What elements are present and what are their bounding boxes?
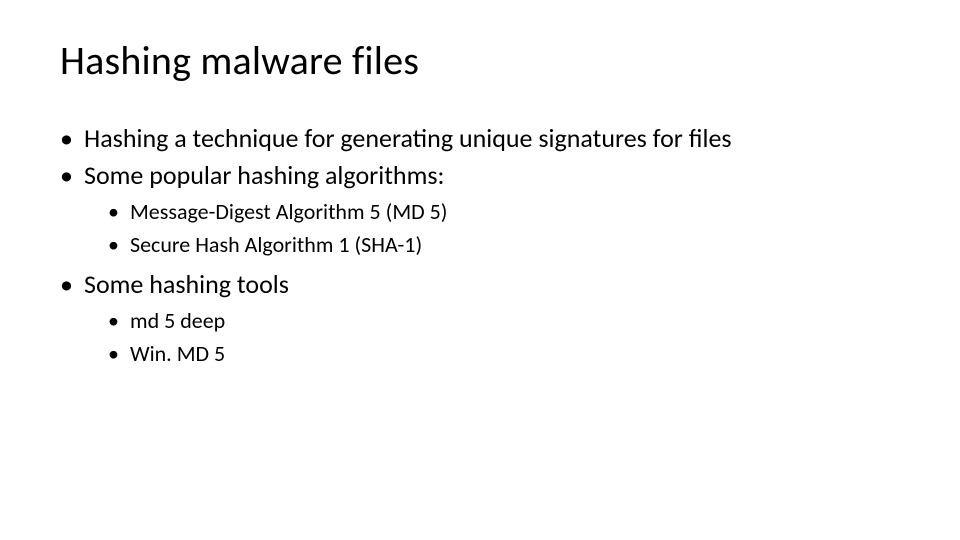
sub-bullet-list: md 5 deep Win. MD 5 <box>108 306 900 370</box>
slide: Hashing malware files Hashing a techniqu… <box>0 0 960 540</box>
slide-title: Hashing malware files <box>60 36 900 85</box>
sub-list-item: Secure Hash Algorithm 1 (SHA-1) <box>108 230 900 261</box>
bullet-text: Some hashing tools <box>84 268 289 300</box>
sub-list-item: Message-Digest Algorithm 5 (MD 5) <box>108 197 900 228</box>
sub-bullet-text: md 5 deep <box>130 307 225 334</box>
sub-bullet-text: Message-Digest Algorithm 5 (MD 5) <box>130 198 447 225</box>
sub-list-item: Win. MD 5 <box>108 339 900 370</box>
bullet-list: Hashing a technique for generating uniqu… <box>60 121 900 369</box>
sub-bullet-text: Secure Hash Algorithm 1 (SHA-1) <box>130 231 422 258</box>
bullet-text: Some popular hashing algorithms: <box>84 159 444 191</box>
list-item: Some hashing tools md 5 deep Win. MD 5 <box>60 267 900 370</box>
sub-list-item: md 5 deep <box>108 306 900 337</box>
sub-bullet-text: Win. MD 5 <box>130 340 225 367</box>
bullet-text: Hashing a technique for generating uniqu… <box>84 122 732 154</box>
list-item: Some popular hashing algorithms: Message… <box>60 158 900 261</box>
sub-bullet-list: Message-Digest Algorithm 5 (MD 5) Secure… <box>108 197 900 261</box>
list-item: Hashing a technique for generating uniqu… <box>60 121 900 156</box>
